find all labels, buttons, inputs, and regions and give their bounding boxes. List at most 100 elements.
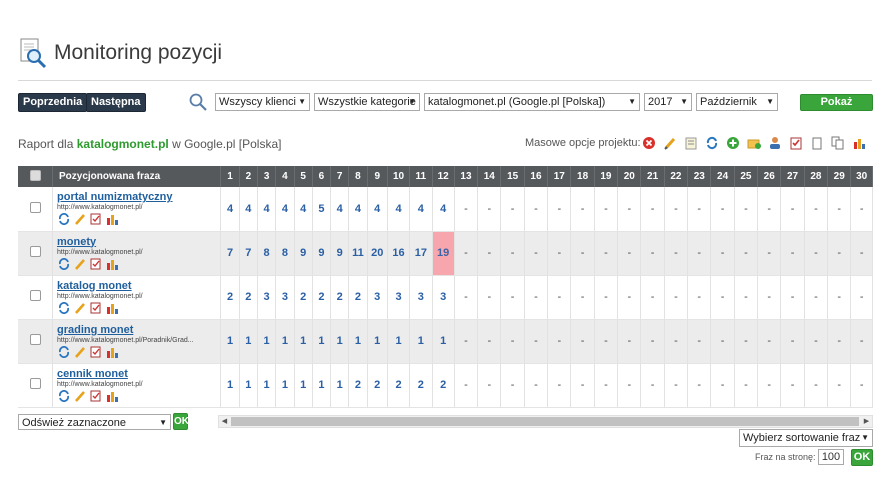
checklist-icon[interactable] — [89, 258, 102, 271]
year-select-value: 2017 — [648, 96, 673, 108]
position-cell: 3 — [432, 275, 455, 320]
position-cell: 1 — [312, 363, 332, 408]
position-cell: 3 — [257, 275, 277, 320]
copy-icon[interactable] — [808, 134, 825, 151]
position-cell: 2 — [367, 363, 388, 408]
position-cell: 19 — [432, 231, 455, 276]
checklist-icon[interactable] — [89, 346, 102, 359]
previous-button[interactable]: Poprzednia — [18, 93, 88, 112]
position-cell: - — [524, 275, 549, 320]
client-select[interactable]: Wszyscy klienci ▼ — [215, 93, 310, 111]
table-row: katalog monet http://www.katalogmonet.pl/… — [18, 275, 873, 320]
phrase-column-header[interactable]: Pozycjonowana fraza — [52, 166, 222, 187]
year-select[interactable]: 2017 ▼ — [644, 93, 692, 111]
position-cell: 4 — [330, 187, 350, 232]
search-icon[interactable] — [188, 92, 208, 112]
refresh-icon[interactable] — [703, 134, 720, 151]
scroll-right-icon[interactable]: ▶ — [861, 416, 872, 427]
refresh-icon[interactable] — [57, 213, 70, 226]
row-checkbox[interactable] — [29, 201, 41, 213]
scroll-left-icon[interactable]: ◀ — [219, 416, 230, 427]
position-cell: 2 — [312, 275, 332, 320]
phrase-link[interactable]: monety — [57, 236, 220, 248]
position-cell: 1 — [432, 319, 455, 364]
position-cell: 2 — [409, 363, 433, 408]
edit-icon[interactable] — [73, 346, 86, 359]
phrase-link[interactable]: grading monet — [57, 324, 220, 336]
chart-icon[interactable] — [850, 134, 867, 151]
edit-icon[interactable] — [661, 134, 678, 151]
edit-icon[interactable] — [73, 390, 86, 403]
position-cell: - — [850, 275, 873, 320]
position-cell: - — [734, 319, 759, 364]
checklist-icon[interactable] — [89, 302, 102, 315]
dropdown-arrow-icon: ▼ — [628, 97, 636, 106]
page-title: Monitoring pozycji — [54, 41, 223, 64]
delete-icon[interactable] — [640, 134, 657, 151]
position-cell: - — [500, 231, 525, 276]
phrase-link[interactable]: katalog monet — [57, 280, 220, 292]
row-checkbox[interactable] — [29, 246, 41, 257]
row-checkbox[interactable] — [29, 290, 41, 301]
chart-icon[interactable] — [105, 390, 118, 403]
show-report-button[interactable]: Pokaż raport — [800, 94, 873, 123]
phrase-url: http://www.katalogmonet.pl/ — [57, 380, 143, 388]
position-cell: - — [804, 231, 829, 276]
edit-icon[interactable] — [73, 213, 86, 226]
position-cell: - — [547, 275, 572, 320]
add-folder-icon[interactable] — [745, 134, 762, 151]
refresh-icon[interactable] — [57, 301, 70, 315]
chart-icon[interactable] — [105, 346, 118, 359]
user-icon[interactable] — [766, 134, 783, 151]
position-cell: 4 — [348, 187, 368, 232]
checklist-icon[interactable] — [89, 390, 102, 403]
checklist-icon[interactable] — [787, 134, 804, 151]
row-checkbox[interactable] — [29, 378, 41, 389]
checklist-icon[interactable] — [89, 213, 102, 226]
dropdown-arrow-icon: ▼ — [680, 97, 688, 106]
refresh-icon[interactable] — [57, 345, 70, 359]
position-cell: - — [757, 319, 782, 364]
category-select[interactable]: Wszystkie kategorie ▼ — [314, 93, 420, 111]
positions-table: Pozycjonowana fraza 1 2 3 4 5 6 7 8 9 10 11 12 13 14 1… — [18, 166, 873, 408]
bulk-action-select[interactable]: Odśwież zaznaczone ▼ — [18, 414, 171, 430]
refresh-icon[interactable] — [57, 257, 70, 271]
position-cell: 4 — [220, 187, 240, 232]
bulk-ok-button[interactable]: OK — [173, 413, 189, 430]
row-checkbox[interactable] — [29, 334, 41, 345]
month-select[interactable]: Październik ▼ — [696, 93, 778, 111]
position-cell: - — [757, 363, 782, 408]
position-cell: - — [780, 275, 805, 320]
position-cell: 1 — [220, 363, 240, 408]
notes-icon[interactable] — [682, 134, 699, 151]
edit-icon[interactable] — [73, 258, 86, 271]
add-icon[interactable] — [724, 134, 741, 151]
day-column-header: 23 — [687, 166, 712, 187]
scroll-thumb[interactable] — [231, 417, 859, 426]
refresh-icon[interactable] — [57, 389, 70, 403]
position-cell: - — [850, 231, 873, 276]
chart-icon[interactable] — [105, 213, 118, 226]
sort-select[interactable]: Wybierz sortowanie fraz ▼ — [739, 429, 873, 447]
position-cell: 5 — [312, 187, 332, 232]
phrase-link[interactable]: cennik monet — [57, 368, 220, 380]
report-domain[interactable]: katalogmonet.pl — [77, 137, 169, 151]
select-all-checkbox[interactable] — [29, 169, 41, 181]
phrase-link[interactable]: portal numizmatyczny — [57, 191, 220, 203]
project-select[interactable]: katalogmonet.pl (Google.pl [Polska]) ▼ — [424, 93, 640, 111]
chart-icon[interactable] — [105, 302, 118, 315]
position-cell: - — [757, 275, 782, 320]
horizontal-scrollbar[interactable]: ◀ ▶ — [218, 415, 873, 428]
chart-icon[interactable] — [105, 258, 118, 271]
position-cell: - — [617, 319, 642, 364]
next-button[interactable]: Następna — [86, 93, 146, 112]
day-column-header: 28 — [804, 166, 829, 187]
position-cell: - — [687, 275, 712, 320]
duplicate-icon[interactable] — [829, 134, 846, 151]
per-page-ok-button[interactable]: OK — [851, 449, 873, 466]
day-column-header: 19 — [594, 166, 619, 187]
per-page-input[interactable]: 100 — [818, 449, 844, 465]
edit-icon[interactable] — [73, 302, 86, 315]
position-cell: 1 — [257, 363, 277, 408]
position-cell: 1 — [409, 319, 433, 364]
